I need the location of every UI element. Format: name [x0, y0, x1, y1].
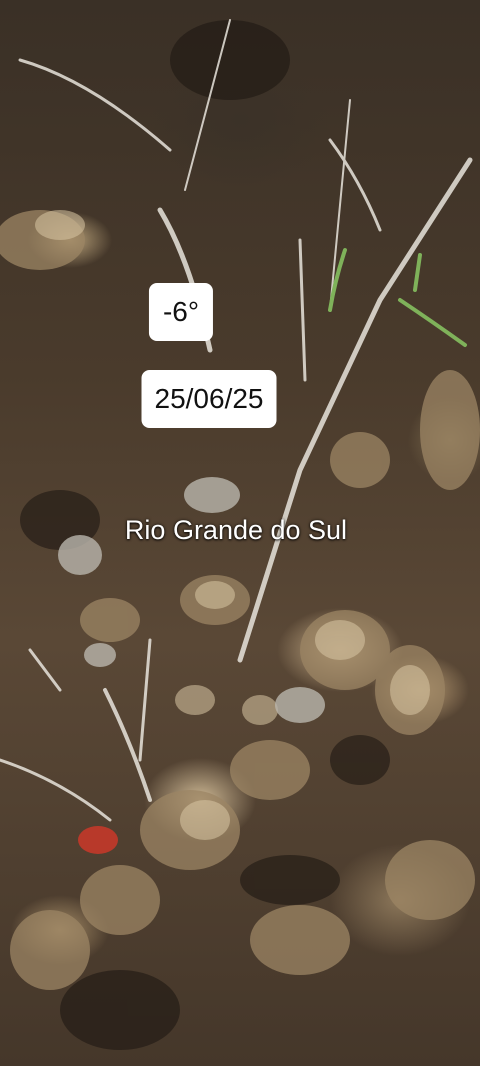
temperature-label: -6°: [148, 283, 214, 341]
date-label: 25/06/25: [141, 370, 277, 428]
frosty-ground-photo: -6° 25/06/25 Rio Grande do Sul: [0, 0, 480, 1066]
location-caption: Rio Grande do Sul: [124, 515, 348, 545]
